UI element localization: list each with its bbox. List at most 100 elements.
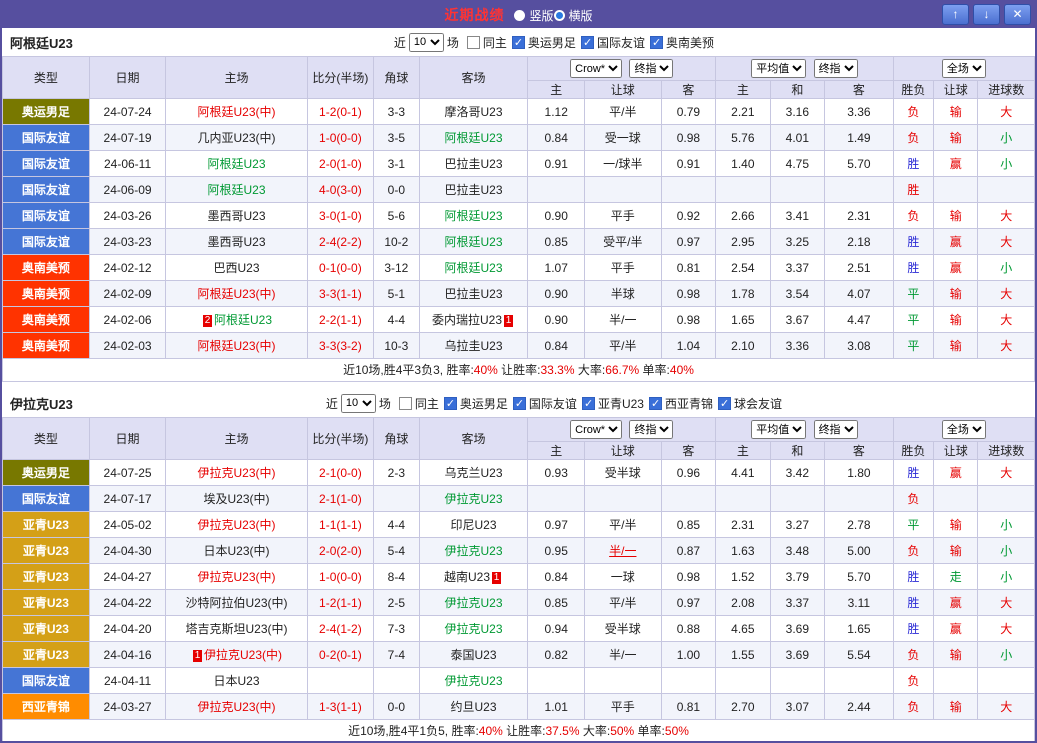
close-button[interactable]: ✕ [1004, 4, 1031, 25]
result-cell: 胜 [893, 255, 933, 281]
odds-header-group2: 平均值 终指 [716, 418, 894, 442]
fulltime-select[interactable]: 全场 [942, 420, 986, 439]
odds-cell: 3.08 [825, 333, 894, 359]
filter-checkbox[interactable]: 同主 [467, 34, 507, 51]
odds-cell [825, 177, 894, 203]
match-row: 亚青U2324-05-02伊拉克U23(中)1-1(1-1)4-4印尼U230.… [3, 512, 1035, 538]
result-cell: 胜 [893, 177, 933, 203]
avg-odds-select[interactable]: 平均值 [751, 59, 806, 78]
result-cell: 小 [978, 151, 1035, 177]
red-card-badge: 1 [504, 315, 513, 327]
radio-label: 横版 [569, 7, 593, 24]
result-cell: 负 [893, 668, 933, 694]
match-row: 奥南美预24-02-12巴西U230-1(0-0)3-12阿根廷U231.07平… [3, 255, 1035, 281]
summary-segment: 66.7% [605, 363, 639, 377]
result-header-group: 全场 [893, 57, 1034, 81]
score-cell: 2-0(1-0) [307, 151, 374, 177]
corner-cell: 4-4 [374, 512, 419, 538]
summary-segment: 40% [479, 724, 503, 738]
scroll-down-icon: ↓ [984, 7, 990, 21]
match-date-cell: 24-07-17 [89, 486, 166, 512]
games-label: 场 [379, 395, 391, 412]
odds-cell: 3.37 [770, 590, 824, 616]
odds-cell: 0.82 [528, 642, 584, 668]
result-header-group: 全场 [893, 418, 1034, 442]
filter-checkbox[interactable]: 亚青U23 [582, 395, 644, 412]
summary-line: 近10场,胜4平3负3, 胜率:40% 让胜率:33.3% 大率:66.7% 单… [2, 359, 1035, 382]
match-date-cell: 24-03-26 [89, 203, 166, 229]
odds-company-select[interactable]: Crow* [570, 59, 622, 78]
filter-checkbox[interactable]: 国际友谊 [513, 395, 577, 412]
odds-cell: 0.95 [528, 538, 584, 564]
odds-cell: 0.96 [661, 460, 716, 486]
match-row: 国际友谊24-07-17埃及U23(中)2-1(1-0)伊拉克U23负 [3, 486, 1035, 512]
filter-checkbox[interactable]: 国际友谊 [581, 34, 645, 51]
checkbox-checked-icon [649, 397, 662, 410]
recent-count-select[interactable]: 10 [341, 394, 376, 413]
result-cell: 平 [893, 333, 933, 359]
odds-cell: 1.52 [716, 564, 770, 590]
match-type-cell: 国际友谊 [3, 203, 90, 229]
away-team-cell: 委内瑞拉U231 [419, 307, 528, 333]
odds-cell: 一球 [584, 564, 661, 590]
filter-checkbox[interactable]: 同主 [399, 395, 439, 412]
match-date-cell: 24-04-30 [89, 538, 166, 564]
filter-checkbox[interactable]: 西亚青锦 [649, 395, 713, 412]
score-cell: 2-1(1-0) [307, 486, 374, 512]
team-name: 伊拉克U23 [445, 544, 503, 558]
result-cell [978, 177, 1035, 203]
team-name: 越南U23 [444, 570, 490, 584]
col-header-corner: 角球 [374, 418, 419, 460]
sub-header: 胜负 [893, 442, 933, 460]
odds-company-select[interactable]: Crow* [570, 420, 622, 439]
odds-final-select[interactable]: 终指 [629, 420, 673, 439]
layout-radio-vertical[interactable]: 竖版 [514, 7, 553, 24]
avg-odds-select[interactable]: 平均值 [751, 420, 806, 439]
scroll-up-button[interactable]: ↑ [942, 4, 969, 25]
result-cell: 大 [978, 616, 1035, 642]
summary-segment: 让胜率: [498, 363, 541, 377]
fulltime-select[interactable]: 全场 [942, 59, 986, 78]
result-cell [978, 668, 1035, 694]
avg-final-select[interactable]: 终指 [814, 59, 858, 78]
summary-line: 近10场,胜4平1负5, 胜率:40% 让胜率:37.5% 大率:50% 单率:… [2, 720, 1035, 743]
layout-radio-horizontal[interactable]: 横版 [554, 7, 593, 24]
odds-cell: 1.07 [528, 255, 584, 281]
scroll-down-button[interactable]: ↓ [973, 4, 1000, 25]
odds-cell: 1.00 [661, 642, 716, 668]
summary-segment: 50% [610, 724, 634, 738]
odds-cell: 0.90 [528, 203, 584, 229]
odds-cell: 4.47 [825, 307, 894, 333]
odds-cell: 半/一 [584, 642, 661, 668]
avg-final-select[interactable]: 终指 [814, 420, 858, 439]
odds-cell: 3.25 [770, 229, 824, 255]
filter-checkbox-label: 亚青U23 [598, 395, 644, 412]
away-team-cell: 乌拉圭U23 [419, 333, 528, 359]
filter-checkbox[interactable]: 球会友谊 [718, 395, 782, 412]
odds-cell: 平/半 [584, 512, 661, 538]
checkbox-checked-icon [512, 36, 525, 49]
odds-cell: 平手 [584, 203, 661, 229]
filter-checkbox[interactable]: 奥南美预 [650, 34, 714, 51]
result-cell: 输 [934, 307, 978, 333]
result-cell: 负 [893, 125, 933, 151]
score-cell: 3-3(1-1) [307, 281, 374, 307]
filter-checkbox[interactable]: 奥运男足 [512, 34, 576, 51]
near-label: 近 [326, 395, 338, 412]
odds-cell: 0.92 [661, 203, 716, 229]
odds-cell: 3.41 [770, 203, 824, 229]
odds-final-select[interactable]: 终指 [629, 59, 673, 78]
odds-cell: 2.31 [825, 203, 894, 229]
odds-cell: 0.79 [661, 99, 716, 125]
odds-cell: 3.69 [770, 616, 824, 642]
result-cell: 赢 [934, 229, 978, 255]
checkbox-checked-icon [513, 397, 526, 410]
filter-checkbox-label: 同主 [415, 395, 439, 412]
team-name: 巴拉圭U23 [445, 287, 503, 301]
recent-count-select[interactable]: 10 [409, 33, 444, 52]
result-cell: 平 [893, 512, 933, 538]
result-cell: 输 [934, 281, 978, 307]
odds-cell: 5.76 [716, 125, 770, 151]
filter-checkbox[interactable]: 奥运男足 [444, 395, 508, 412]
odds-cell: 1.40 [716, 151, 770, 177]
